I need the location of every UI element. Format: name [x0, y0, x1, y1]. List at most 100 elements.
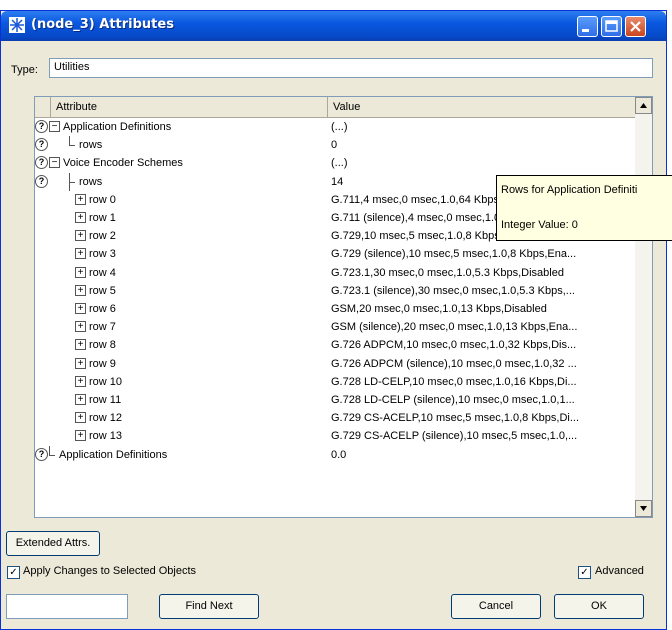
type-field[interactable]: Utilities [49, 58, 653, 78]
attribute-label: row 4 [89, 266, 116, 279]
expand-icon[interactable]: + [75, 412, 86, 424]
attribute-value[interactable]: G.728 LD-CELP,10 msec,0 msec,1.0,16 Kbps… [331, 373, 631, 391]
expand-icon[interactable]: + [75, 375, 86, 387]
attribute-value[interactable]: G.728 LD-CELP (silence),10 msec,0 msec,1… [331, 391, 631, 409]
tree-connector [69, 181, 75, 183]
expand-icon[interactable]: + [75, 303, 86, 314]
attribute-value[interactable]: (...) [331, 154, 631, 172]
table-row[interactable]: + row 10 G.728 LD-CELP,10 msec,0 msec,1.0,… [35, 373, 635, 391]
attribute-value[interactable]: G.723.1,30 msec,0 msec,1.0,5.3 Kbps,Disa… [331, 264, 631, 282]
extended-attrs-button[interactable]: Extended Attrs. [6, 531, 100, 556]
attribute-label: Voice Encoder Schemes [63, 157, 183, 170]
attribute-label: rows [79, 139, 103, 152]
attribute-value[interactable]: GSM (silence),20 msec,0 msec,1.0,13 Kbps… [331, 318, 631, 336]
attribute-value[interactable]: G.726 ADPCM,10 msec,0 msec,1.0,32 Kbps,D… [331, 336, 631, 354]
help-icon[interactable]: ? [35, 120, 48, 133]
advanced-label: Advanced [595, 565, 644, 577]
attribute-value[interactable]: G.723.1 (silence),30 msec,0 msec,1.0,5.3… [331, 282, 631, 300]
attribute-label: Application Definitions [59, 448, 168, 461]
table-row[interactable]: + row 6 GSM,20 msec,0 msec,1.0,13 Kbps,Dis… [35, 300, 635, 318]
help-icon[interactable]: ? [35, 138, 48, 152]
attribute-value[interactable]: G.729 CS-ACELP (silence),10 msec,5 msec,… [331, 427, 631, 445]
table-header: Attribute Value [35, 97, 635, 118]
ok-button[interactable]: OK [554, 594, 644, 619]
attribute-value[interactable]: (...) [331, 118, 631, 136]
expand-icon[interactable]: + [75, 248, 86, 260]
attribute-value[interactable]: G.729 CS-ACELP,10 msec,5 msec,1.0,8 Kbps… [331, 409, 631, 427]
table-row[interactable]: ? − Application Definitions (...) [35, 118, 635, 136]
expand-icon[interactable]: + [75, 212, 86, 223]
attribute-label: row 3 [89, 248, 116, 261]
attributes-dialog: (node_3) Attributes Type: Utilities Attr… [0, 10, 672, 630]
collapse-icon[interactable]: − [49, 157, 60, 169]
expand-icon[interactable]: + [75, 357, 86, 369]
attribute-label: row 2 [89, 230, 116, 243]
attribute-label: row 7 [89, 321, 116, 334]
expand-icon[interactable]: + [75, 284, 86, 296]
collapse-icon[interactable]: − [49, 121, 60, 132]
table-row[interactable]: + row 4 G.723.1,30 msec,0 msec,1.0,5.3 Kbp… [35, 264, 635, 282]
expand-icon[interactable]: + [75, 230, 86, 242]
attribute-value[interactable]: 0 [331, 136, 631, 154]
apply-changes-checkbox[interactable]: ✓ [7, 566, 20, 579]
close-button[interactable] [625, 16, 646, 37]
table-row[interactable]: + row 13 G.729 CS-ACELP (silence),10 msec,… [35, 427, 635, 445]
attribute-label: row 1 [89, 212, 116, 224]
table-row[interactable]: + row 7 GSM (silence),20 msec,0 msec,1.0,1… [35, 318, 635, 336]
help-icon[interactable]: ? [35, 447, 48, 461]
attribute-value[interactable]: G.729 (silence),10 msec,5 msec,1.0,8 Kbp… [331, 245, 631, 263]
tree-connector [49, 445, 50, 455]
table-row[interactable]: ? − Voice Encoder Schemes (...) [35, 154, 635, 172]
tooltip: Rows for Application Definiti Integer Va… [496, 175, 672, 241]
attribute-label: row 12 [89, 412, 123, 425]
attribute-value[interactable]: G.726 ADPCM (silence),10 msec,0 msec,1.0… [331, 355, 631, 373]
advanced-checkbox[interactable]: ✓ [578, 566, 591, 579]
checkmark-icon: ✓ [580, 567, 589, 578]
title-bar[interactable]: (node_3) Attributes [1, 11, 666, 41]
scroll-down-button[interactable] [635, 500, 652, 517]
header-attribute[interactable]: Attribute [51, 97, 328, 117]
attribute-label: rows [79, 175, 103, 188]
table-row[interactable]: + row 5 G.723.1 (silence),30 msec,0 msec,1… [35, 282, 635, 300]
scroll-up-button[interactable] [635, 97, 652, 114]
expand-icon[interactable]: + [75, 193, 86, 205]
attribute-label: row 0 [89, 193, 116, 206]
expand-icon[interactable]: + [75, 394, 86, 405]
minimize-button[interactable] [577, 16, 598, 37]
attribute-value[interactable]: GSM,20 msec,0 msec,1.0,13 Kbps,Disabled [331, 300, 631, 318]
cancel-button[interactable]: Cancel [451, 594, 541, 619]
app-icon [9, 17, 25, 33]
expand-icon[interactable]: + [75, 430, 86, 442]
vertical-scrollbar[interactable] [635, 97, 652, 517]
find-next-button[interactable]: Find Next [159, 594, 259, 619]
help-icon[interactable]: ? [35, 174, 48, 188]
attribute-label: Application Definitions [63, 121, 172, 133]
expand-icon[interactable]: + [75, 321, 86, 333]
table-row[interactable]: ? rows 0 [35, 136, 635, 154]
header-value[interactable]: Value [328, 97, 635, 117]
attribute-label: row 13 [89, 430, 123, 443]
find-input[interactable] [6, 594, 128, 619]
apply-changes-label: Apply Changes to Selected Objects [23, 565, 197, 577]
scroll-up-icon [640, 103, 647, 108]
attribute-label: row 5 [89, 284, 116, 297]
table-row[interactable]: + row 3 G.729 (silence),10 msec,5 msec,1.0… [35, 245, 635, 263]
expand-icon[interactable]: + [75, 266, 86, 278]
table-row[interactable]: + row 12 G.729 CS-ACELP,10 msec,5 msec,1.0… [35, 409, 635, 427]
checkmark-icon: ✓ [9, 567, 18, 578]
type-label: Type: [11, 64, 38, 76]
attribute-label: row 9 [89, 357, 116, 370]
help-icon[interactable]: ? [35, 156, 48, 170]
table-row[interactable]: ? Application Definitions 0.0 [35, 445, 635, 464]
maximize-button[interactable] [601, 16, 622, 37]
tree-connector [69, 136, 70, 146]
expand-icon[interactable]: + [75, 339, 86, 351]
attribute-value[interactable]: 0.0 [331, 446, 631, 464]
table-row[interactable]: + row 11 G.728 LD-CELP (silence),10 msec,0… [35, 391, 635, 409]
attribute-table: Attribute Value ? − Application Definition… [34, 96, 653, 518]
attribute-label: row 6 [89, 303, 116, 315]
scroll-down-icon [640, 506, 647, 511]
table-row[interactable]: + row 8 G.726 ADPCM,10 msec,0 msec,1.0,32 … [35, 336, 635, 354]
attribute-label: row 8 [89, 339, 116, 352]
table-row[interactable]: + row 9 G.726 ADPCM (silence),10 msec,0 ms… [35, 355, 635, 373]
